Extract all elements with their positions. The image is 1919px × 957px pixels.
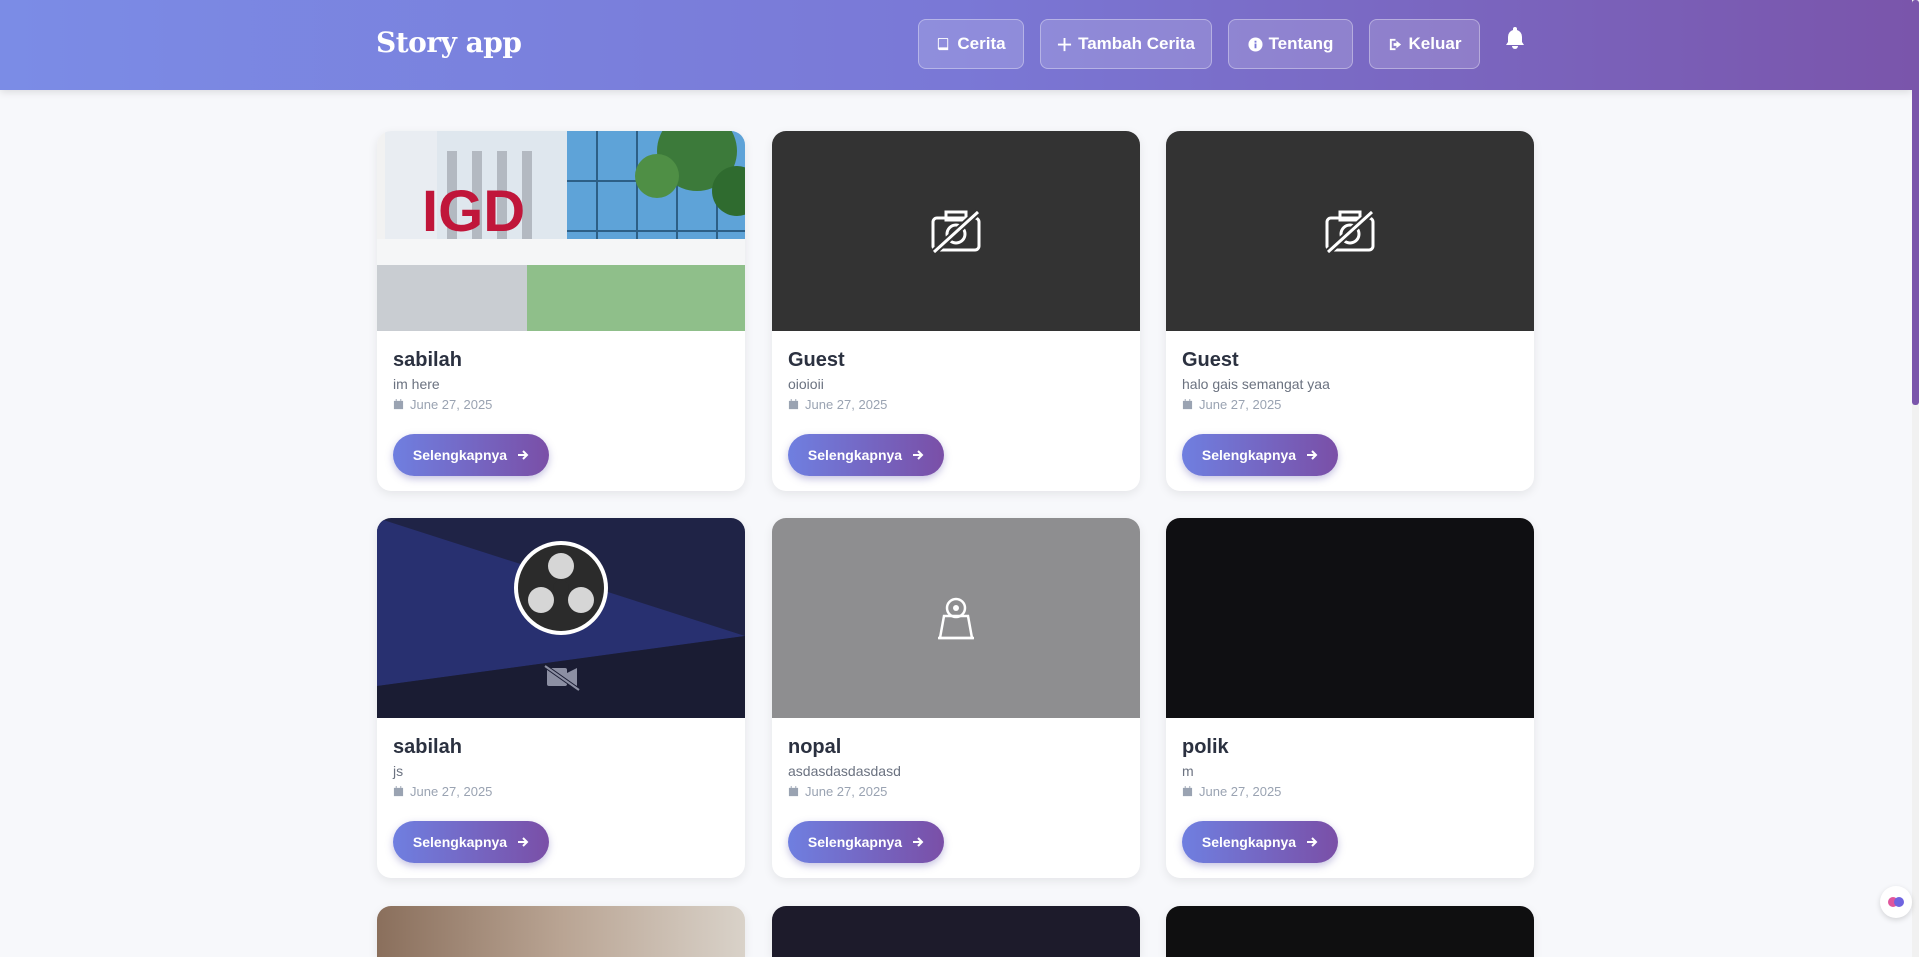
story-date-label: June 27, 2025: [410, 397, 493, 412]
story-card-partial: [377, 906, 745, 957]
story-author: nopal: [788, 736, 842, 758]
selengkapnya-label: Selengkapnya: [412, 447, 508, 463]
webcam-icon: [938, 597, 974, 640]
story-card-partial: [1166, 906, 1534, 957]
calendar-icon: [393, 399, 404, 410]
story-date: June 27, 2025: [1182, 397, 1281, 412]
selengkapnya-label: Selengkapnya: [412, 834, 508, 850]
story-card: Guest oioioii June 27, 2025 Selengkapnya: [772, 131, 1140, 491]
story-date: June 27, 2025: [1182, 784, 1281, 799]
nav-tentang-label: Tentang: [1268, 34, 1334, 53]
calendar-icon: [788, 399, 799, 410]
story-description: js: [393, 763, 404, 779]
story-date: June 27, 2025: [393, 397, 492, 412]
camera-off-icon: [1325, 209, 1375, 254]
selengkapnya-label: Selengkapnya: [1201, 447, 1297, 463]
story-author: sabilah: [393, 349, 462, 371]
logout-icon: [1389, 38, 1401, 50]
arrow-right-icon: [518, 450, 529, 460]
plus-icon: [1058, 37, 1072, 51]
story-author: polik: [1182, 736, 1229, 758]
story-description: oioioii: [788, 376, 824, 392]
story-date-label: June 27, 2025: [1199, 397, 1282, 412]
story-card: IGD sabilah im here June 27, 2025 Seleng…: [377, 131, 745, 491]
story-date-label: June 27, 2025: [410, 784, 493, 799]
app-header: Story app Cerita Tambah Cerita Tentang K…: [0, 0, 1912, 90]
story-date-label: June 27, 2025: [805, 397, 888, 412]
story-image: [772, 906, 1140, 957]
selengkapnya-label: Selengkapnya: [1201, 834, 1297, 850]
svg-text:IGD: IGD: [422, 179, 525, 244]
story-card: Guest halo gais semangat yaa June 27, 20…: [1166, 131, 1534, 491]
story-image: [1166, 518, 1534, 718]
story-image: [377, 906, 745, 957]
selengkapnya-label: Selengkapnya: [807, 834, 903, 850]
story-date: June 27, 2025: [788, 784, 887, 799]
story-image-placeholder: [1166, 131, 1534, 331]
bell-icon[interactable]: [1504, 26, 1526, 50]
story-date: June 27, 2025: [393, 784, 492, 799]
story-image: [1166, 906, 1534, 957]
nav-keluar-label: Keluar: [1408, 34, 1462, 53]
story-description: im here: [393, 376, 440, 392]
story-image-placeholder: [772, 518, 1140, 718]
story-description: asdasdasdasdasd: [788, 763, 901, 779]
story-author: sabilah: [393, 736, 462, 758]
nav-tambah-cerita-button[interactable]: Tambah Cerita: [1040, 19, 1212, 69]
story-card-partial: [772, 906, 1140, 957]
arrow-right-icon: [913, 837, 924, 847]
arrow-right-icon: [913, 450, 924, 460]
calendar-icon: [393, 786, 404, 797]
extension-brain-icon[interactable]: [1880, 886, 1912, 918]
nav-cerita-label: Cerita: [957, 34, 1006, 53]
story-image: IGD: [377, 131, 745, 331]
story-card: nopal asdasdasdasdasd June 27, 2025 Sele…: [772, 518, 1140, 878]
story-card: sabilah js June 27, 2025 Selengkapnya: [377, 518, 745, 878]
arrow-right-icon: [1307, 837, 1318, 847]
story-description: halo gais semangat yaa: [1182, 376, 1330, 392]
nav-cerita-button[interactable]: Cerita: [918, 19, 1024, 69]
selengkapnya-button[interactable]: Selengkapnya: [393, 821, 549, 863]
selengkapnya-button[interactable]: Selengkapnya: [1182, 434, 1338, 476]
scrollbar-thumb[interactable]: [1912, 0, 1919, 405]
story-image: [377, 518, 745, 718]
story-card: polik m June 27, 2025 Selengkapnya: [1166, 518, 1534, 878]
calendar-icon: [1182, 786, 1193, 797]
story-description: m: [1182, 763, 1194, 779]
story-date: June 27, 2025: [788, 397, 887, 412]
selengkapnya-button[interactable]: Selengkapnya: [393, 434, 549, 476]
story-date-label: June 27, 2025: [805, 784, 888, 799]
story-author: Guest: [1182, 349, 1239, 371]
story-date-label: June 27, 2025: [1199, 784, 1282, 799]
nav-tentang-button[interactable]: Tentang: [1228, 19, 1353, 69]
calendar-icon: [788, 786, 799, 797]
story-author: Guest: [788, 349, 845, 371]
selengkapnya-button[interactable]: Selengkapnya: [788, 821, 944, 863]
story-image-placeholder: [772, 131, 1140, 331]
brand-title[interactable]: Story app: [376, 26, 522, 59]
book-icon: [938, 37, 949, 50]
nav-keluar-button[interactable]: Keluar: [1369, 19, 1480, 69]
selengkapnya-button[interactable]: Selengkapnya: [788, 434, 944, 476]
arrow-right-icon: [1307, 450, 1318, 460]
selengkapnya-button[interactable]: Selengkapnya: [1182, 821, 1338, 863]
arrow-right-icon: [518, 837, 529, 847]
nav-tambah-cerita-label: Tambah Cerita: [1078, 34, 1195, 53]
camera-off-icon: [931, 209, 981, 254]
info-icon: [1248, 36, 1263, 52]
selengkapnya-label: Selengkapnya: [807, 447, 903, 463]
calendar-icon: [1182, 399, 1193, 410]
